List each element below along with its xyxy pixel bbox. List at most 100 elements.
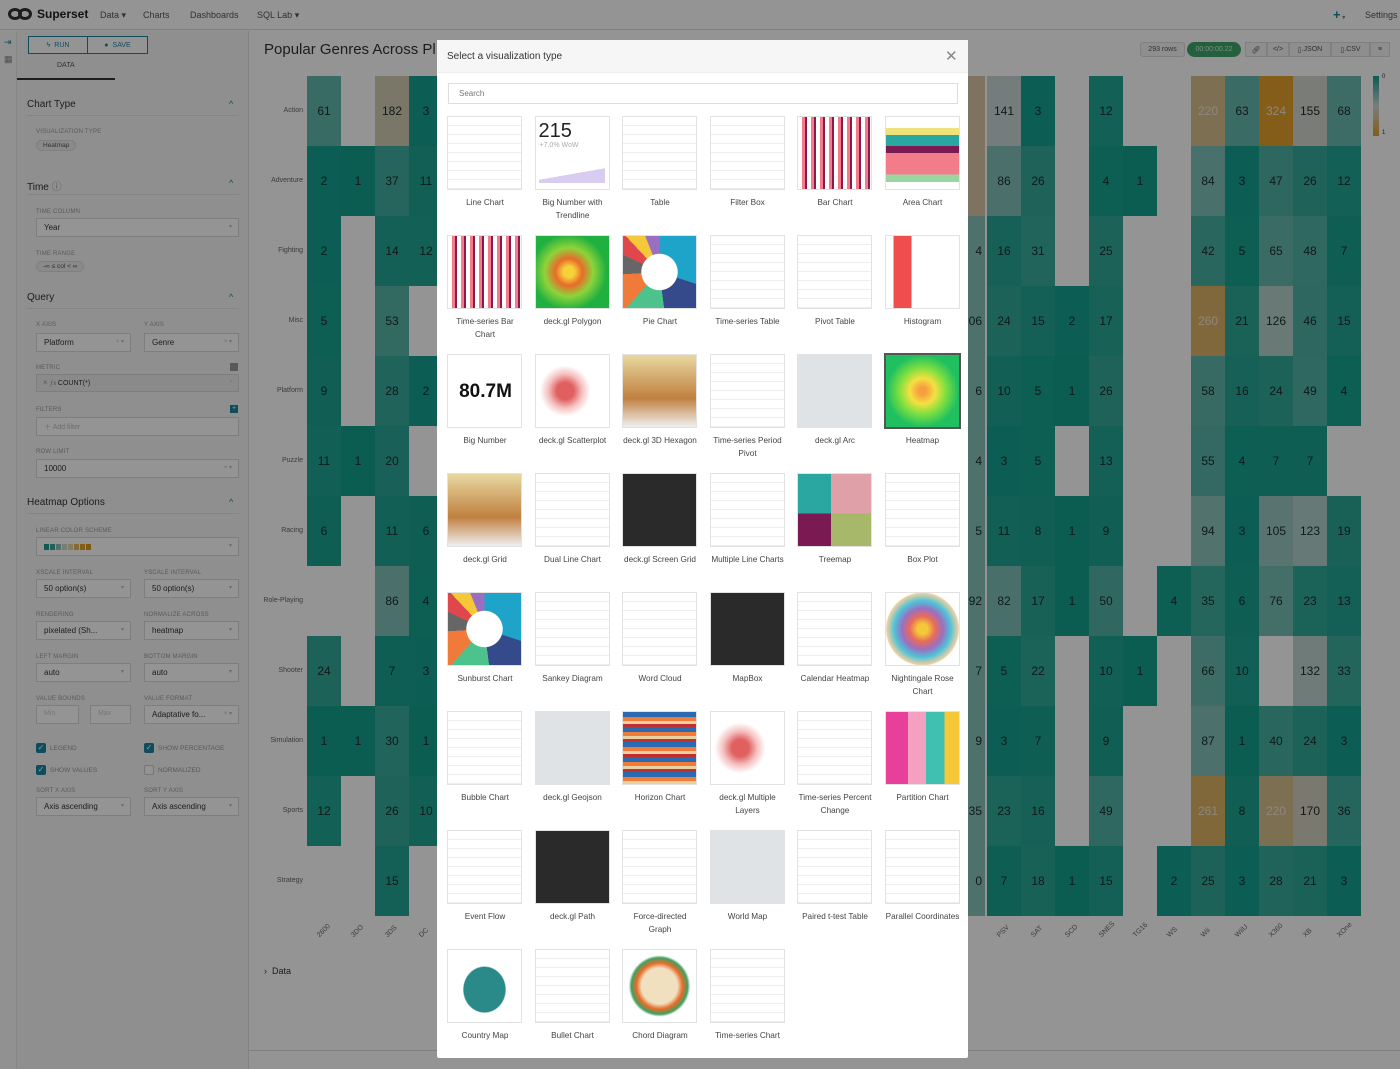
viz-tile-world-map[interactable]: World Map xyxy=(709,830,786,924)
viz-tile-label: Nightingale Rose Chart xyxy=(891,674,954,696)
viz-thumbnail: 80.7M xyxy=(447,354,522,428)
viz-thumbnail xyxy=(797,473,872,547)
viz-tile-label: Time-series Bar Chart xyxy=(456,317,514,339)
viz-thumbnail xyxy=(884,354,960,428)
viz-tile-paired-t-test-table[interactable]: Paired t-test Table xyxy=(797,830,873,924)
viz-thumbnail xyxy=(534,711,610,785)
viz-tile-line-chart[interactable]: Line Chart xyxy=(447,116,523,210)
viz-thumbnail xyxy=(622,473,697,547)
viz-tile-deck-gl-path[interactable]: deck.gl Path xyxy=(534,830,611,924)
viz-tile-time-series-bar-chart[interactable]: Time-series Bar Chart xyxy=(447,235,523,341)
viz-tile-label: Dual Line Chart xyxy=(544,555,601,564)
viz-tile-big-number-with-trendline[interactable]: 215 +7.0% WoW Big Number with Trendline xyxy=(534,116,611,222)
viz-thumbnail xyxy=(534,592,610,666)
viz-tile-deck-gl-screen-grid[interactable]: deck.gl Screen Grid xyxy=(622,473,698,567)
viz-tile-filter-box[interactable]: Filter Box xyxy=(709,116,786,210)
viz-tile-bubble-chart[interactable]: Bubble Chart xyxy=(447,711,523,805)
viz-tile-horizon-chart[interactable]: Horizon Chart xyxy=(622,711,698,805)
viz-tile-label: deck.gl Screen Grid xyxy=(624,555,696,564)
viz-tile-label: Table xyxy=(650,198,670,207)
viz-tile-label: Big Number xyxy=(463,436,507,445)
viz-tile-label: Event Flow xyxy=(464,912,506,921)
viz-tile-calendar-heatmap[interactable]: Calendar Heatmap xyxy=(797,592,873,686)
viz-tile-label: Horizon Chart xyxy=(634,793,686,802)
viz-tile-label: Line Chart xyxy=(466,198,504,207)
viz-thumbnail xyxy=(709,592,785,666)
viz-tile-country-map[interactable]: Country Map xyxy=(447,949,523,1043)
viz-tile-label: Chord Diagram xyxy=(632,1031,688,1040)
viz-tile-deck-gl-grid[interactable]: deck.gl Grid xyxy=(447,473,523,567)
viz-thumbnail xyxy=(622,949,697,1023)
viz-thumbnail xyxy=(447,473,522,547)
viz-tile-force-directed-graph[interactable]: Force-directed Graph xyxy=(622,830,698,936)
viz-thumbnail xyxy=(709,116,785,190)
viz-tile-time-series-period-pivot[interactable]: Time-series Period Pivot xyxy=(709,354,786,460)
viz-tile-label: Pie Chart xyxy=(642,317,678,326)
viz-tile-table[interactable]: Table xyxy=(622,116,698,210)
viz-tile-deck-gl-multiple-layers[interactable]: deck.gl Multiple Layers xyxy=(709,711,786,817)
viz-thumbnail xyxy=(447,592,522,666)
viz-thumbnail xyxy=(534,473,610,547)
viz-tile-multiple-line-charts[interactable]: Multiple Line Charts xyxy=(709,473,786,567)
viz-tile-nightingale-rose-chart[interactable]: Nightingale Rose Chart xyxy=(884,592,961,698)
viz-tile-label: Time-series Chart xyxy=(715,1031,780,1040)
viz-thumbnail xyxy=(884,592,960,666)
viz-thumbnail xyxy=(797,116,872,190)
viz-thumbnail xyxy=(622,235,697,309)
viz-tile-chord-diagram[interactable]: Chord Diagram xyxy=(622,949,698,1043)
viz-tile-bullet-chart[interactable]: Bullet Chart xyxy=(534,949,611,1043)
viz-tile-label: deck.gl Multiple Layers xyxy=(719,793,776,815)
viz-tile-parallel-coordinates[interactable]: Parallel Coordinates xyxy=(884,830,961,924)
trendline xyxy=(538,165,605,183)
viz-tile-label: Heatmap xyxy=(905,436,940,445)
viz-tile-pivot-table[interactable]: Pivot Table xyxy=(797,235,873,329)
viz-thumbnail xyxy=(709,473,785,547)
viz-tile-area-chart[interactable]: Area Chart xyxy=(884,116,961,210)
viz-tile-label: Force-directed Graph xyxy=(633,912,687,934)
search-input[interactable] xyxy=(448,83,958,104)
viz-tile-label: deck.gl Scatterplot xyxy=(538,436,607,445)
close-icon[interactable]: ✕ xyxy=(945,47,958,65)
viz-tile-label: Filter Box xyxy=(730,198,765,207)
viz-tile-box-plot[interactable]: Box Plot xyxy=(884,473,961,567)
viz-tile-event-flow[interactable]: Event Flow xyxy=(447,830,523,924)
viz-tile-deck-gl-polygon[interactable]: deck.gl Polygon xyxy=(534,235,611,329)
big-number-value: 80.7M xyxy=(459,381,512,402)
viz-tile-word-cloud[interactable]: Word Cloud xyxy=(622,592,698,686)
viz-thumbnail xyxy=(884,235,960,309)
viz-tile-time-series-chart[interactable]: Time-series Chart xyxy=(709,949,786,1043)
viz-tile-partition-chart[interactable]: Partition Chart xyxy=(884,711,961,805)
viz-tile-deck-gl-arc[interactable]: deck.gl Arc xyxy=(797,354,873,448)
viz-tile-heatmap[interactable]: Heatmap xyxy=(884,354,961,448)
viz-thumbnail xyxy=(622,592,697,666)
viz-tile-treemap[interactable]: Treemap xyxy=(797,473,873,567)
modal-title: Select a visualization type xyxy=(447,51,563,62)
viz-tile-deck-gl-geojson[interactable]: deck.gl Geojson xyxy=(534,711,611,805)
viz-tile-label: Pivot Table xyxy=(815,317,855,326)
viz-tile-deck-gl-scatterplot[interactable]: deck.gl Scatterplot xyxy=(534,354,611,448)
viz-thumbnail xyxy=(622,830,697,904)
viz-tile-bar-chart[interactable]: Bar Chart xyxy=(797,116,873,210)
viz-thumbnail xyxy=(447,949,522,1023)
viz-tile-pie-chart[interactable]: Pie Chart xyxy=(622,235,698,329)
viz-thumbnail xyxy=(534,830,610,904)
viz-thumbnail xyxy=(447,235,522,309)
viz-tile-label: Sankey Diagram xyxy=(542,674,603,683)
viz-tile-label: Word Cloud xyxy=(638,674,682,683)
viz-tile-histogram[interactable]: Histogram xyxy=(884,235,961,329)
viz-tile-dual-line-chart[interactable]: Dual Line Chart xyxy=(534,473,611,567)
viz-thumbnail xyxy=(622,354,697,428)
viz-tile-sunburst-chart[interactable]: Sunburst Chart xyxy=(447,592,523,686)
viz-thumbnail xyxy=(447,116,522,190)
viz-tile-deck-gl-3d-hexagon[interactable]: deck.gl 3D Hexagon xyxy=(622,354,698,448)
viz-tile-sankey-diagram[interactable]: Sankey Diagram xyxy=(534,592,611,686)
viz-thumbnail xyxy=(797,830,872,904)
viz-tile-label: Histogram xyxy=(903,317,942,326)
modal-header: Select a visualization type ✕ xyxy=(437,40,968,73)
viz-tile-big-number[interactable]: 80.7M Big Number xyxy=(447,354,523,448)
viz-tile-time-series-percent-change[interactable]: Time-series Percent Change xyxy=(797,711,873,817)
viz-tile-label: Partition Chart xyxy=(896,793,949,802)
viz-tile-time-series-table[interactable]: Time-series Table xyxy=(709,235,786,329)
viz-tile-mapbox[interactable]: MapBox xyxy=(709,592,786,686)
viz-tile-label: MapBox xyxy=(732,674,763,683)
